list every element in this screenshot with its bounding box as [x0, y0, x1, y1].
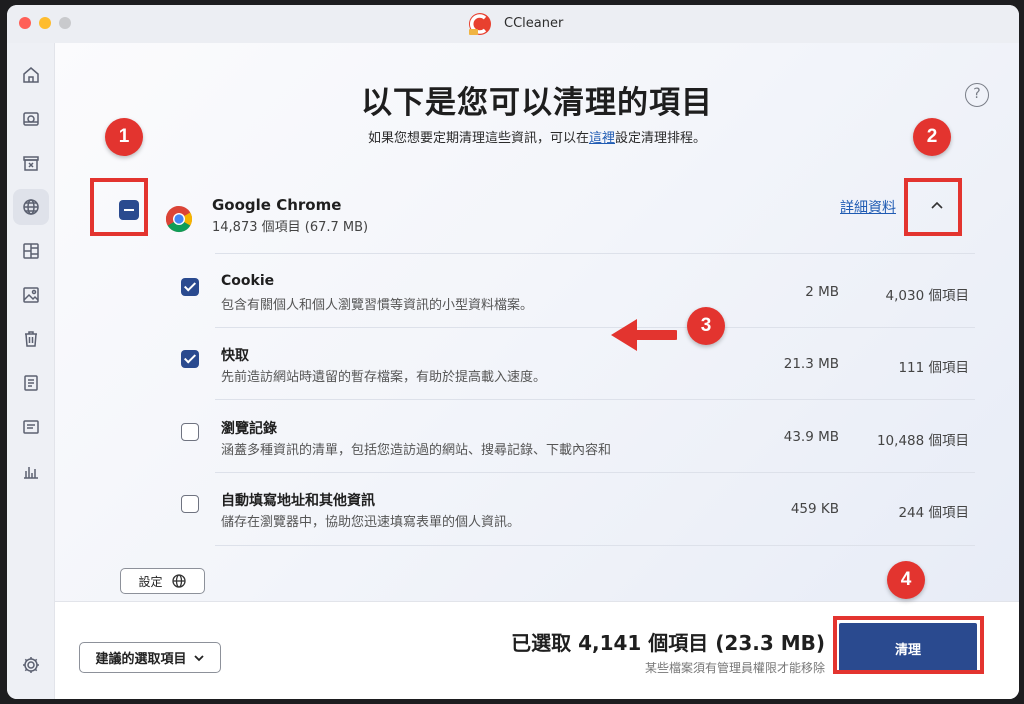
dropdown-label: 建議的選取項目 [95, 652, 187, 667]
separator [215, 472, 975, 473]
registry-icon[interactable] [13, 233, 49, 269]
separator [215, 253, 975, 254]
item-description: 先前造訪網站時遺留的暫存檔案，有助於提高載入速度。 [221, 370, 547, 385]
globe-icon[interactable] [13, 189, 49, 225]
item-size: 21.3 MB [783, 356, 839, 372]
globe-icon [171, 574, 186, 588]
ccleaner-logo-icon [469, 13, 491, 35]
annotation-arrow-icon [611, 319, 677, 351]
annotation-box-2 [904, 178, 962, 236]
chevron-down-icon [193, 654, 204, 661]
item-description: 涵蓋多種資訊的清單，包括您造訪過的網站、搜尋記錄、下載內容和 [221, 443, 612, 458]
annotation-badge-2: 2 [913, 118, 951, 156]
item-title: 自動填寫地址和其他資訊 [221, 493, 375, 509]
annotation-badge-4: 4 [887, 561, 925, 599]
browser-name: Google Chrome [212, 196, 342, 214]
selection-summary: 已選取 4,141 個項目 (23.3 MB) [511, 631, 825, 655]
cleanup-icon[interactable] [13, 145, 49, 181]
page-subtitle: 如果您想要定期清理這些資訊，可以在這裡設定清理排程。 [55, 127, 1019, 146]
history-checkbox[interactable] [181, 423, 199, 441]
trash-icon[interactable] [13, 321, 49, 357]
details-link[interactable]: 詳細資料 [840, 197, 896, 217]
image-icon[interactable] [13, 277, 49, 313]
autofill-checkbox[interactable] [181, 495, 199, 513]
recommended-selection-dropdown[interactable]: 建議的選取項目 [79, 642, 221, 673]
health-check-icon[interactable] [13, 101, 49, 137]
help-icon[interactable]: ? [965, 83, 989, 107]
annotation-box-1 [90, 178, 148, 236]
schedule-link[interactable]: 這裡 [589, 131, 615, 146]
page-title: 以下是您可以清理的項目 [361, 85, 713, 121]
separator [215, 545, 975, 546]
item-size: 459 KB [790, 501, 839, 517]
item-count: 244 個項目 [898, 505, 969, 521]
title-bar: CCleaner [7, 5, 1019, 43]
browser-summary: 14,873 個項目 (67.7 MB) [212, 220, 369, 235]
minimize-window-button[interactable] [39, 17, 51, 29]
chrome-icon [165, 205, 193, 233]
item-count: 10,488 個項目 [876, 433, 969, 449]
annotation-box-4 [833, 616, 984, 674]
settings-gear-icon[interactable] [21, 655, 41, 675]
sidebar [7, 43, 55, 699]
item-title: 瀏覽記錄 [221, 421, 277, 437]
item-size: 43.9 MB [783, 429, 839, 445]
cache-checkbox[interactable] [181, 350, 199, 368]
item-description: 包含有關個人和個人瀏覽習慣等資訊的小型資料檔案。 [221, 298, 534, 313]
app-title: CCleaner [504, 16, 564, 31]
subtitle-text: 如果您想要定期清理這些資訊，可以在 [367, 131, 589, 146]
list-icon[interactable] [13, 365, 49, 401]
close-window-button[interactable] [19, 17, 31, 29]
terminal-icon[interactable] [13, 409, 49, 445]
app-window: CCleaner 以下是您可以清理的項目 如果您想要定期清理這些資訊，可以在這裡… [7, 5, 1019, 699]
browser-settings-button[interactable]: 設定 [120, 568, 205, 594]
item-count: 111 個項目 [898, 360, 969, 376]
main-panel: 以下是您可以清理的項目 如果您想要定期清理這些資訊，可以在這裡設定清理排程。 ?… [55, 43, 1019, 699]
subtitle-text-end: 設定清理排程。 [615, 131, 707, 146]
item-size: 2 MB [805, 284, 839, 300]
item-count: 4,030 個項目 [885, 288, 969, 304]
zoom-window-button[interactable] [59, 17, 71, 29]
separator [215, 327, 975, 328]
cookie-checkbox[interactable] [181, 278, 199, 296]
settings-label: 設定 [138, 574, 163, 589]
annotation-badge-1: 1 [105, 118, 143, 156]
item-title: Cookie [221, 273, 275, 289]
separator [215, 399, 975, 400]
item-title: 快取 [221, 348, 249, 364]
chart-icon[interactable] [13, 453, 49, 489]
item-description: 儲存在瀏覽器中，協助您迅速填寫表單的個人資訊。 [221, 515, 521, 530]
home-icon[interactable] [13, 57, 49, 93]
admin-note: 某些檔案須有管理員權限才能移除 [644, 661, 825, 675]
annotation-badge-3: 3 [687, 307, 725, 345]
